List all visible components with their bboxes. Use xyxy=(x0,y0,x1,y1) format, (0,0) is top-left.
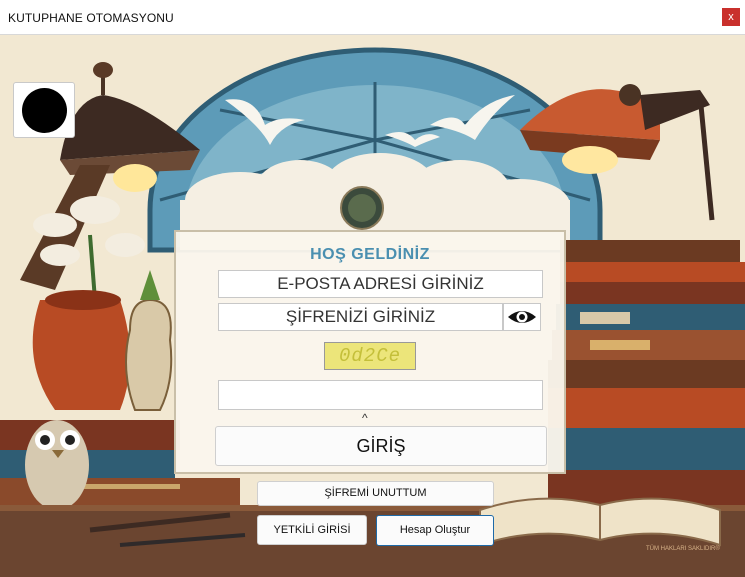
window-title: KUTUPHANE OTOMASYONU xyxy=(8,11,174,25)
create-account-button[interactable]: Hesap Oluştur xyxy=(376,515,494,546)
close-button[interactable]: x xyxy=(722,8,740,26)
avatar-frame xyxy=(13,82,75,138)
password-field[interactable] xyxy=(218,303,503,331)
email-field[interactable] xyxy=(218,270,543,298)
login-button[interactable]: GİRİŞ xyxy=(215,426,547,466)
caret-icon: ^ xyxy=(362,411,368,425)
forgot-password-button[interactable]: ŞİFREMİ UNUTTUM xyxy=(257,481,494,506)
eye-icon xyxy=(508,311,536,323)
admin-login-button[interactable]: YETKİLİ GİRİSİ xyxy=(257,515,367,545)
copyright-text: TÜM HAKLARI SAKLIDIR® xyxy=(646,546,720,552)
welcome-heading: HOŞ GELDİNİZ xyxy=(310,246,430,263)
avatar-icon xyxy=(22,88,67,133)
captcha-code: 0d2Ce xyxy=(324,342,416,370)
show-password-button[interactable] xyxy=(503,303,541,331)
captcha-input[interactable] xyxy=(218,380,543,410)
title-bar: KUTUPHANE OTOMASYONU x xyxy=(0,0,745,35)
